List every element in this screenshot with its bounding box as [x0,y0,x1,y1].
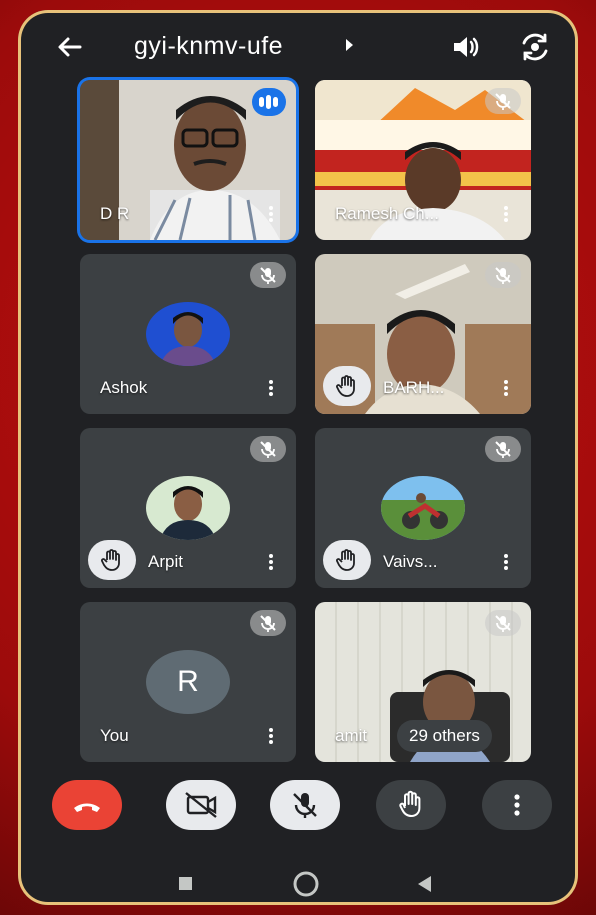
circle-icon[interactable] [291,869,321,899]
square-icon[interactable] [176,874,196,894]
participant-tile-ashok[interactable]: Ashok [80,254,296,414]
speaking-indicator-icon [252,88,286,116]
avatar [381,476,465,540]
speaker-icon[interactable] [450,32,482,62]
avatar [146,302,230,366]
participant-tile-vaivs[interactable]: Vaivs... [315,428,531,588]
participant-tile-d-r[interactable]: D R [80,80,296,240]
participant-name: Ramesh Ch... [335,204,439,223]
camera-off-icon [185,792,217,818]
participant-name: D R [100,204,130,223]
participant-name: Arpit [148,552,183,571]
muted-mic-icon [485,436,521,462]
end-call-button[interactable] [52,780,122,830]
back-arrow-icon[interactable] [54,32,84,62]
muted-mic-icon [485,610,521,636]
others-count-badge[interactable]: 29 others [397,720,492,752]
more-options-icon[interactable] [503,552,509,572]
more-options-icon[interactable] [268,204,274,224]
participant-tile-ramesh[interactable]: Ramesh Ch... [315,80,531,240]
top-bar: gyi-knmv-ufe [18,10,578,85]
more-options-icon[interactable] [503,204,509,224]
participant-name: amit [335,726,368,745]
microphone-toggle-button[interactable] [270,780,340,830]
more-options-icon[interactable] [268,726,274,746]
participant-tile-arpit[interactable]: Arpit [80,428,296,588]
phone-hangup-icon [74,803,100,812]
muted-mic-icon [250,262,286,288]
more-options-button[interactable] [482,780,552,830]
participant-tile-amit[interactable]: amit 29 others [315,602,531,762]
expand-caret-icon[interactable] [346,39,353,51]
avatar [146,476,230,540]
muted-mic-icon [250,610,286,636]
more-options-icon[interactable] [268,552,274,572]
more-options-icon[interactable] [503,378,509,398]
participant-name: You [100,726,129,745]
raised-hand-icon [323,540,371,580]
more-vert-icon [514,794,520,816]
participant-tile-barh[interactable]: BARH... [315,254,531,414]
system-navigation-bar [18,860,578,905]
raise-hand-button[interactable] [376,780,446,830]
avatar-letter: R [177,665,199,698]
muted-mic-icon [250,436,286,462]
call-controls [18,780,578,850]
participant-tile-you[interactable]: R You [80,602,296,762]
more-options-icon[interactable] [268,378,274,398]
raised-hand-icon [323,366,371,406]
meeting-code-title[interactable]: gyi-knmv-ufe [134,32,283,61]
participant-name: BARH... [383,378,445,397]
back-triangle-icon[interactable] [414,873,436,895]
participant-name: Ashok [100,378,148,397]
muted-mic-icon [485,262,521,288]
camera-toggle-button[interactable] [166,780,236,830]
raised-hand-icon [88,540,136,580]
hand-icon [399,790,421,817]
avatar: R [146,650,230,714]
participant-name: Vaivs... [383,552,438,571]
mic-off-icon [293,793,317,818]
muted-mic-icon [485,88,521,114]
switch-camera-icon[interactable] [518,30,552,64]
phone-screen: gyi-knmv-ufe D R Ramesh Ch... Ashok BARH… [18,10,578,905]
